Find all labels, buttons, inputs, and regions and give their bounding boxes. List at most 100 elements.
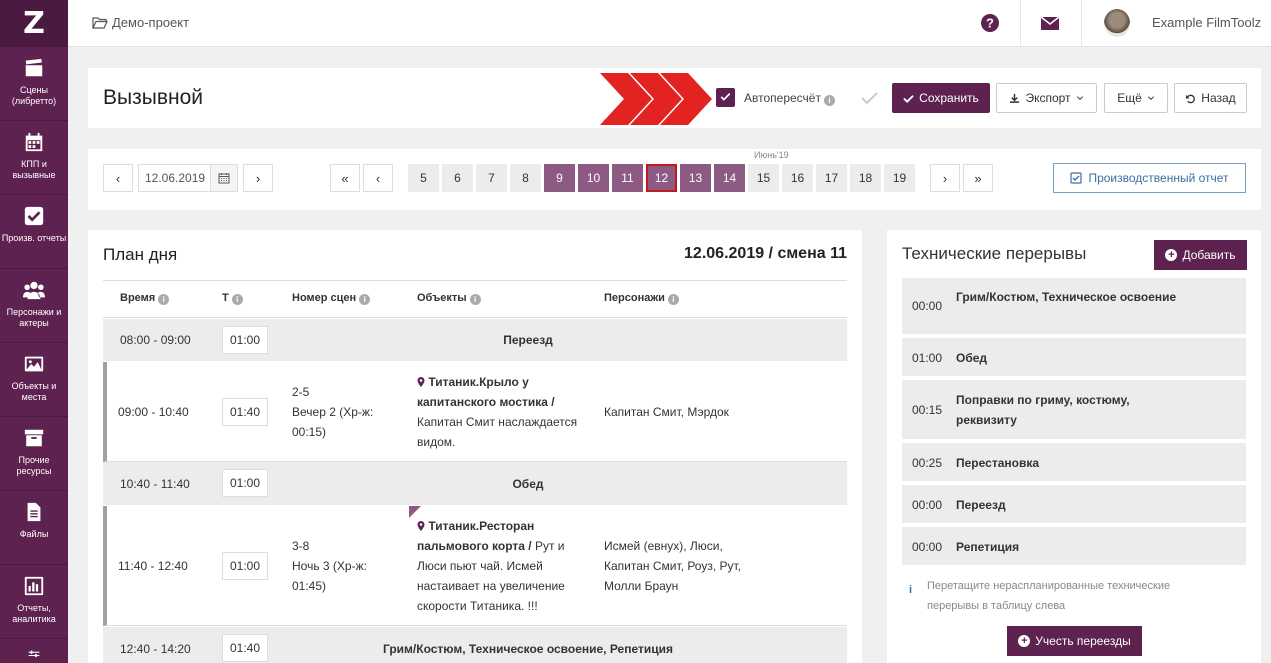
calendar-icon — [25, 132, 43, 152]
avatar[interactable] — [1104, 9, 1130, 37]
sidebar-item-scenes[interactable]: Сцены (либретто) — [0, 47, 68, 121]
month-label: Июнь'19 — [754, 150, 789, 160]
day-button-10[interactable]: 10 — [578, 164, 609, 192]
calendar-button[interactable] — [210, 164, 238, 192]
col-duration: Тi — [222, 292, 243, 305]
production-report-button[interactable]: Производственный отчет — [1053, 163, 1246, 193]
last-page-button[interactable]: » — [963, 164, 993, 192]
check-icon — [720, 93, 731, 101]
list-item[interactable]: 00:15 Поправки по гриму, костюму, реквиз… — [902, 380, 1246, 441]
info-icon: i — [823, 95, 835, 106]
sidebar-item-reports[interactable]: Произв. отчеты — [0, 195, 68, 269]
row-time: 10:40 - 11:40 — [120, 477, 190, 491]
col-objects: Объекты i — [417, 292, 481, 305]
row-time: 08:00 - 09:00 — [120, 333, 191, 347]
first-page-button[interactable]: « — [330, 164, 360, 192]
day-plan-panel: План дня 12.06.2019 / смена 11 Время i Тi… — [88, 230, 862, 663]
account-moves-button[interactable]: + Учесть переезды — [1007, 626, 1142, 656]
clapperboard-icon — [25, 58, 43, 77]
chevron-down-icon — [1076, 96, 1083, 101]
day-button-15[interactable]: 15 — [748, 164, 779, 192]
export-button[interactable]: Экспорт — [996, 83, 1097, 113]
duration-input[interactable]: 01:40 — [222, 634, 268, 662]
break-time: 00:00 — [912, 299, 943, 313]
calendar-icon — [218, 173, 230, 184]
check-icon — [903, 94, 914, 103]
sliders-icon — [28, 650, 40, 658]
sidebar-item-locations[interactable]: Объекты и места — [0, 343, 68, 417]
day-button-13[interactable]: 13 — [680, 164, 711, 192]
image-icon — [24, 356, 44, 372]
back-button[interactable]: Назад — [1174, 83, 1247, 113]
duration-input[interactable]: 01:00 — [222, 326, 268, 354]
day-button-11[interactable]: 11 — [612, 164, 643, 192]
next-page-button[interactable]: › — [930, 164, 960, 192]
add-break-button[interactable]: + Добавить — [1154, 240, 1247, 270]
users-icon — [23, 281, 45, 300]
folder-open-icon — [92, 16, 108, 29]
chevron-down-icon — [1147, 96, 1154, 101]
plus-icon: + — [1165, 249, 1178, 261]
table-row[interactable]: 08:00 - 09:00 01:00 Переезд — [103, 319, 847, 362]
autorecalc-checkbox[interactable] — [716, 88, 735, 107]
list-item[interactable]: 00:25 Перестановка — [902, 443, 1246, 483]
col-time: Время i — [120, 292, 170, 305]
help-icon[interactable]: ? — [980, 13, 1000, 33]
duration-input[interactable]: 01:00 — [222, 552, 268, 580]
day-button-12[interactable]: 12 — [646, 164, 677, 192]
sidebar-item-analytics[interactable]: Отчеты, аналитика — [0, 565, 68, 639]
breadcrumb-project[interactable]: Демо-проект — [112, 15, 189, 30]
list-item[interactable]: 01:00 Обед — [902, 338, 1246, 378]
more-button[interactable]: Ещё — [1104, 83, 1168, 113]
table-row[interactable]: 12:40 - 14:20 01:40 Грим/Костюм, Техниче… — [103, 627, 847, 663]
date-navigation: ‹ 12.06.2019 › « ‹ Июнь'19 5 6 7 8 9 10 11 12 13… — [88, 149, 1261, 210]
app-logo[interactable]: Z — [0, 0, 68, 47]
user-name[interactable]: Example FilmToolz — [1152, 15, 1261, 30]
info-icon: i — [231, 294, 243, 305]
sidebar-item-characters[interactable]: Персонажи и актеры — [0, 269, 68, 343]
check-mark-icon[interactable] — [859, 88, 879, 108]
day-button-17[interactable]: 17 — [816, 164, 847, 192]
day-button-16[interactable]: 16 — [782, 164, 813, 192]
day-button-14[interactable]: 14 — [714, 164, 745, 192]
top-bar: Демо-проект ? Example FilmToolz — [68, 0, 1271, 47]
table-row[interactable]: 10:40 - 11:40 01:00 Обед — [103, 462, 847, 506]
breadcrumb[interactable]: Демо-проект — [92, 15, 189, 30]
day-button-5[interactable]: 5 — [408, 164, 439, 192]
scene-number: 2-5 Вечер 2 (Хр-ж: 00:15) — [292, 385, 374, 439]
list-item[interactable]: 00:00 Переезд — [902, 485, 1246, 525]
info-icon: i — [359, 294, 371, 305]
day-button-7[interactable]: 7 — [476, 164, 507, 192]
day-button-8[interactable]: 8 — [510, 164, 541, 192]
prev-page-button[interactable]: ‹ — [363, 164, 393, 192]
scene-object[interactable]: Титаник.Крыло у капитанского мостика / К… — [417, 372, 587, 452]
archive-icon — [24, 429, 44, 447]
break-name: Переезд — [956, 498, 1006, 512]
day-button-18[interactable]: 18 — [850, 164, 881, 192]
sidebar-item-callsheets[interactable]: КПП и вызывные — [0, 121, 68, 195]
day-button-19[interactable]: 19 — [884, 164, 915, 192]
undo-icon — [1186, 94, 1196, 103]
plan-title: План дня — [103, 245, 178, 264]
map-pin-icon — [417, 521, 425, 531]
scene-characters: Исмей (евнух), Люси, Капитан Смит, Роуз,… — [604, 539, 742, 593]
mail-icon[interactable] — [1040, 13, 1060, 33]
table-row[interactable]: 11:40 - 12:40 01:00 3-8 Ночь 3 (Хр-ж: 01:… — [103, 506, 847, 626]
list-item[interactable]: 00:00 Репетиция — [902, 527, 1246, 567]
next-date-button[interactable]: › — [243, 164, 273, 192]
day-button-6[interactable]: 6 — [442, 164, 473, 192]
scene-object[interactable]: Титаник.Ресторан пальмового корта / Рут … — [417, 516, 587, 616]
sidebar-item-files[interactable]: Файлы — [0, 491, 68, 565]
duration-input[interactable]: 01:00 — [222, 469, 268, 497]
save-button[interactable]: Сохранить — [892, 83, 990, 113]
scene-number: 3-8 Ночь 3 (Хр-ж: 01:45) — [292, 539, 367, 593]
list-item[interactable]: 00:00 Грим/Костюм, Техническое освоение — [902, 278, 1246, 336]
sidebar: Z Сцены (либретто) КПП и вызывные Произв… — [0, 0, 68, 663]
break-time: 00:15 — [912, 403, 943, 417]
prev-date-button[interactable]: ‹ — [103, 164, 133, 192]
sidebar-item-settings[interactable] — [0, 639, 68, 663]
duration-input[interactable]: 01:40 — [222, 398, 268, 426]
table-row[interactable]: 09:00 - 10:40 01:40 2-5 Вечер 2 (Хр-ж: 00… — [103, 362, 847, 462]
sidebar-item-resources[interactable]: Прочие ресурсы — [0, 417, 68, 491]
day-button-9[interactable]: 9 — [544, 164, 575, 192]
